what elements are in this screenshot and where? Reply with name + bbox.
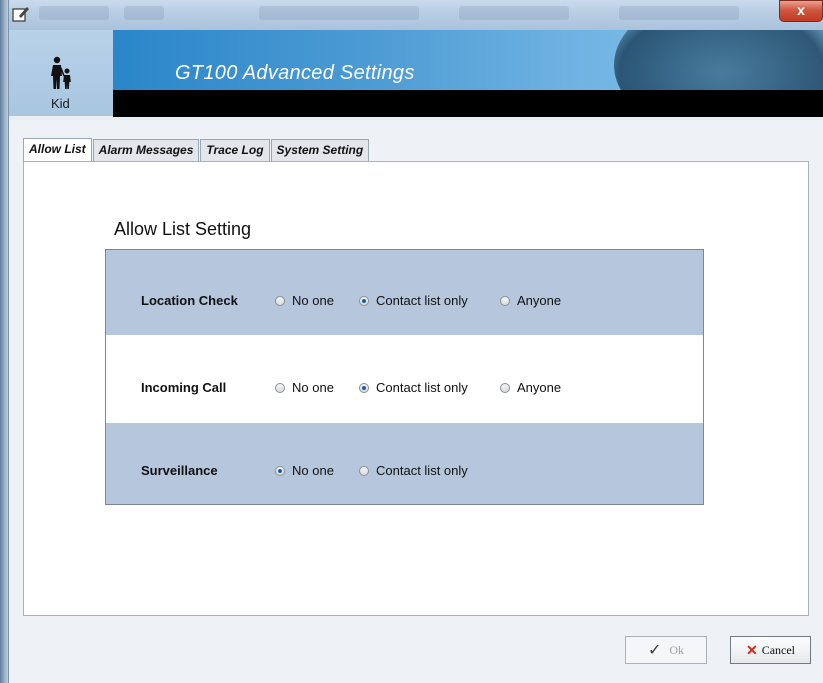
tab-alarm-messages[interactable]: Alarm Messages — [92, 139, 200, 161]
radio-option-label: Contact list only — [376, 380, 468, 395]
setting-row-location-check: Location Check No one Contact list only … — [106, 250, 703, 335]
profile-label: Kid — [51, 96, 70, 111]
settings-window: x Kid GT100 Advanced Settings Allow List… — [8, 0, 823, 683]
checkmark-icon: ✓ — [647, 642, 662, 659]
radio-option[interactable]: Contact list only — [359, 293, 468, 308]
radio-button[interactable] — [500, 295, 510, 306]
setting-row-incoming-call: Incoming Call No one Contact list only A… — [106, 339, 703, 424]
radio-button[interactable] — [275, 295, 285, 306]
title-bar[interactable]: x — [9, 0, 823, 30]
tab-system-setting[interactable]: System Setting — [270, 139, 370, 161]
blurred-title-text — [39, 6, 109, 20]
close-x-icon: ✕ — [745, 641, 758, 658]
banner-title-area: GT100 Advanced Settings — [113, 30, 823, 90]
radio-option[interactable]: Anyone — [500, 293, 561, 308]
header-banner: Kid GT100 Advanced Settings — [9, 30, 823, 120]
radio-button-selected[interactable] — [359, 295, 369, 306]
blurred-title-text — [619, 6, 739, 20]
radio-option[interactable]: Contact list only — [359, 463, 468, 478]
cancel-button[interactable]: ✕ Cancel — [730, 636, 811, 664]
banner-strip — [113, 90, 823, 117]
blurred-title-text — [259, 6, 419, 20]
setting-label: Location Check — [141, 293, 238, 308]
radio-option[interactable]: No one — [275, 293, 334, 308]
edit-note-icon — [12, 7, 29, 22]
radio-button-selected[interactable] — [359, 382, 369, 393]
close-button[interactable]: x — [779, 0, 823, 22]
radio-option[interactable]: Contact list only — [359, 380, 468, 395]
radio-option-label: No one — [292, 380, 334, 395]
radio-option-label: Contact list only — [376, 293, 468, 308]
radio-option[interactable]: No one — [275, 380, 334, 395]
profile-panel: Kid — [9, 30, 113, 116]
ok-button-label: Ok — [669, 642, 685, 657]
radio-button[interactable] — [500, 382, 510, 393]
globe-image — [614, 30, 823, 90]
radio-button-selected[interactable] — [275, 465, 285, 476]
radio-option[interactable]: Anyone — [500, 380, 561, 395]
tab-bar: Allow List Alarm Messages Trace Log Syst… — [23, 138, 370, 162]
radio-option-label: No one — [292, 463, 334, 478]
radio-option-label: Anyone — [517, 293, 562, 308]
parent-child-icon — [51, 56, 71, 89]
setting-label: Incoming Call — [141, 380, 227, 395]
radio-button[interactable] — [275, 382, 285, 393]
blurred-title-text — [459, 6, 569, 20]
radio-option[interactable]: No one — [275, 463, 334, 478]
cancel-button-label: Cancel — [761, 642, 796, 657]
radio-option-label: Anyone — [517, 380, 562, 395]
tab-trace-log[interactable]: Trace Log — [200, 139, 270, 161]
tab-allow-list[interactable]: Allow List — [23, 138, 92, 162]
setting-label: Surveillance — [141, 463, 218, 478]
radio-button[interactable] — [359, 465, 369, 476]
section-heading: Allow List Setting — [114, 219, 252, 239]
radio-option-label: No one — [292, 293, 334, 308]
allow-list-settings: Location Check No one Contact list only … — [105, 249, 704, 505]
page-title: GT100 Advanced Settings — [175, 62, 415, 84]
setting-row-surveillance: Surveillance No one Contact list only — [106, 423, 703, 504]
blurred-title-text — [124, 6, 164, 20]
radio-option-label: Contact list only — [376, 463, 468, 478]
ok-button[interactable]: ✓ Ok — [625, 636, 707, 664]
